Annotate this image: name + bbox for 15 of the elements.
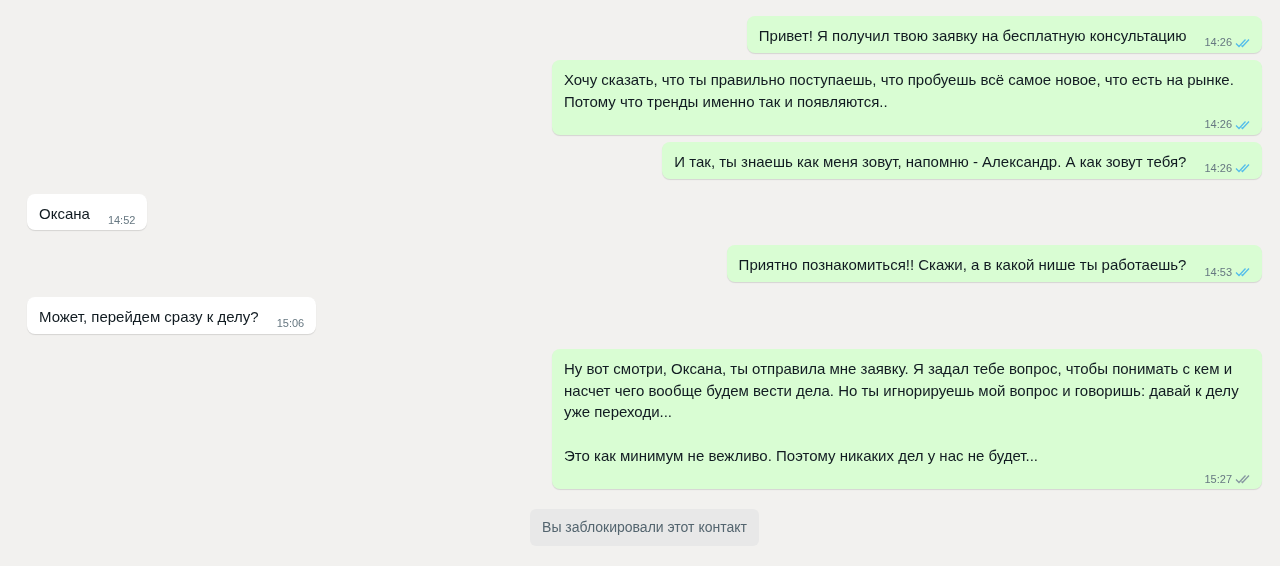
message-time: 14:26 [1204, 35, 1232, 51]
message-text: Приятно познакомиться!! Скажи, а в какой нише ты работаешь? [738, 255, 1187, 276]
message-time: 15:27 [1204, 471, 1232, 487]
message-text: Оксана [39, 203, 90, 224]
message-text: Ну вот смотри, Оксана, ты отправила мне заявку. Я задал тебе вопрос, чтобы понимать с кем и насчет чего вообще будем вести дела. Но ты игнорируешь мой вопрос и говоришь: давай к делу уже переходи... Это как минимум не вежливо. Поэтому никаких дел у нас не будет... [564, 358, 1240, 466]
message-time: 14:52 [107, 212, 136, 228]
system-notice: Вы заблокировали этот контакт [530, 509, 759, 546]
message-time: 14:26 [1204, 161, 1232, 176]
message-time: 14:26 [1204, 117, 1232, 133]
message-text: Привет! Я получил твою заявку на бесплатную консультацию [758, 26, 1187, 46]
message-time: 14:53 [1204, 264, 1232, 280]
message-time: 15:06 [276, 316, 305, 332]
message-text: Может, перейдем сразу к делу? [39, 307, 259, 327]
message-text: И так, ты знаешь как меня зовут, напомню - Александр. А как зовут тебя? [674, 151, 1187, 172]
message-text: Хочу сказать, что ты правильно поступаешь, что пробуешь всё самое новое, что есть на рынке. Потому что тренды именно так и появляются.. [564, 69, 1235, 112]
